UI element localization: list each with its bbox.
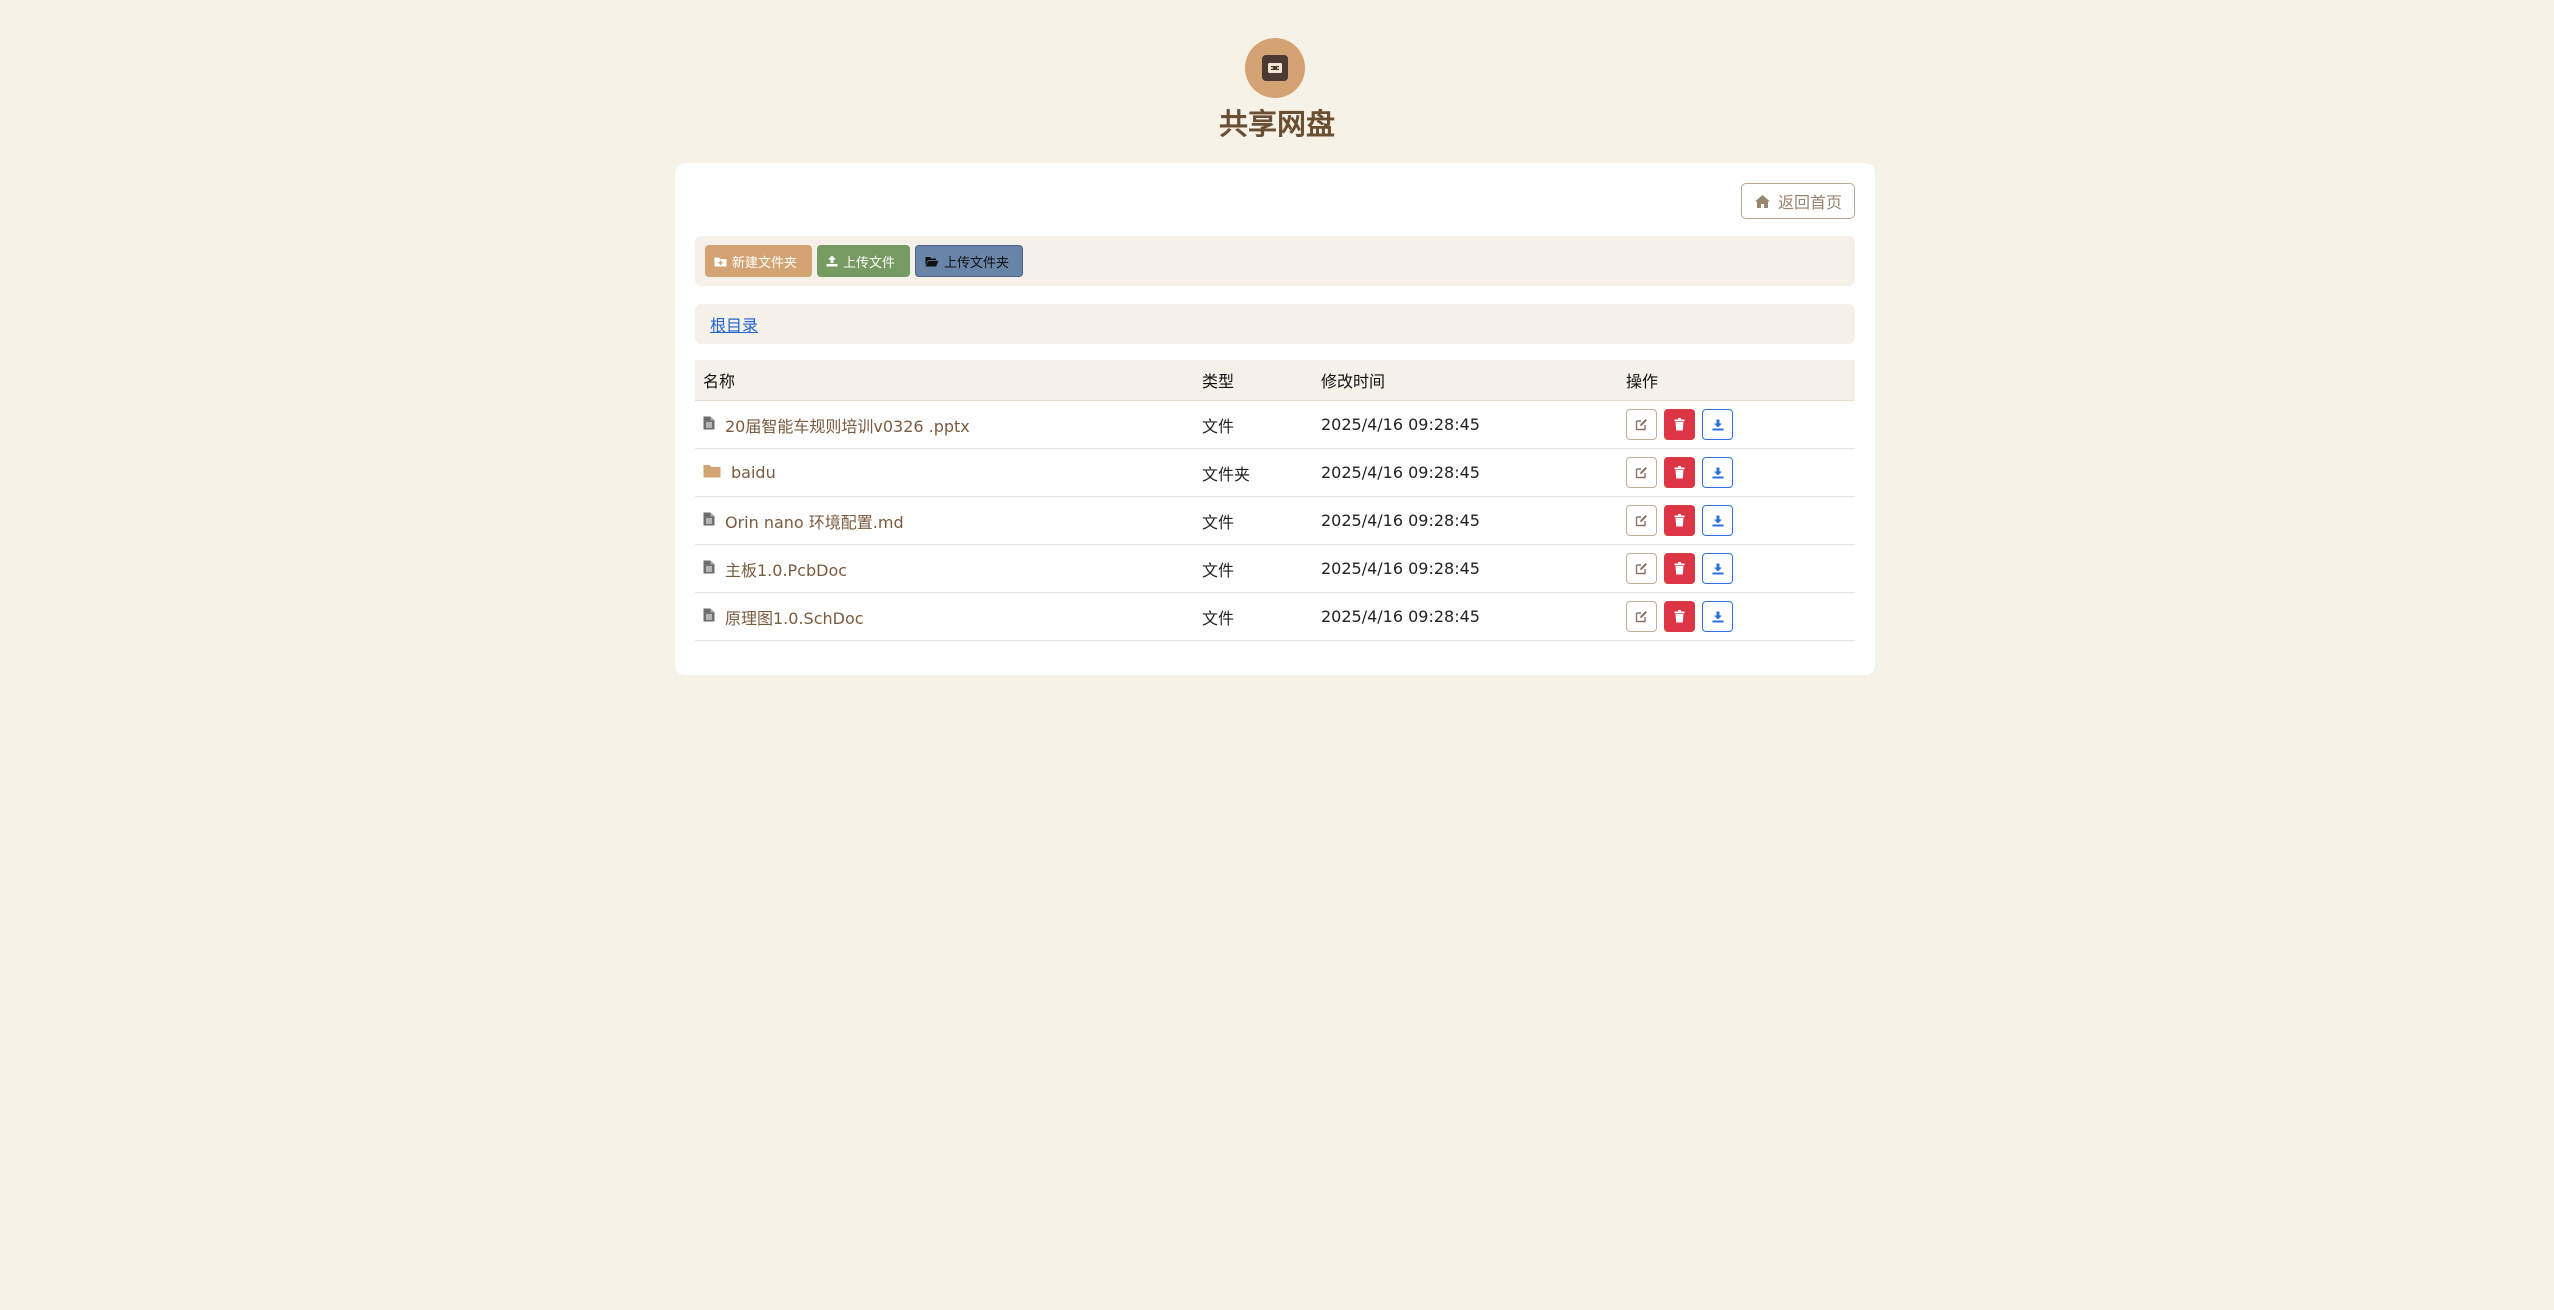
- column-header-type: 类型: [1202, 372, 1235, 391]
- download-button[interactable]: [1702, 505, 1733, 536]
- breadcrumb-root-link[interactable]: 根目录: [710, 312, 758, 336]
- file-table: 名称 类型 修改时间 操作 20届智能车规则培训v0326 .pptx 文件 2…: [695, 360, 1855, 641]
- file-icon: [703, 415, 715, 434]
- edit-icon: [1635, 611, 1647, 623]
- file-modified-cell: 2025/4/16 09:28:45: [1321, 463, 1480, 482]
- column-header-actions: 操作: [1626, 372, 1659, 391]
- home-icon: [1754, 194, 1770, 208]
- file-actions-cell: [1626, 553, 1855, 584]
- table-header: 名称 类型 修改时间 操作: [695, 360, 1855, 401]
- file-actions-cell: [1626, 601, 1855, 632]
- table-row: baidu 文件夹 2025/4/16 09:28:45: [695, 449, 1855, 497]
- trash-icon: [1674, 610, 1685, 623]
- delete-button[interactable]: [1664, 553, 1695, 584]
- column-header-modified: 修改时间: [1321, 372, 1386, 391]
- file-modified-cell: 2025/4/16 09:28:45: [1321, 415, 1480, 434]
- download-icon: [1712, 563, 1723, 574]
- file-type-cell: 文件: [1202, 608, 1235, 628]
- file-icon: [703, 559, 715, 578]
- table-row: 主板1.0.PcbDoc 文件 2025/4/16 09:28:45: [695, 545, 1855, 593]
- edit-icon: [1635, 419, 1647, 431]
- rename-button[interactable]: [1626, 601, 1657, 632]
- upload-file-label: 上传文件: [843, 255, 896, 271]
- breadcrumb: 根目录: [695, 304, 1855, 344]
- upload-icon: [826, 255, 838, 267]
- delete-button[interactable]: [1664, 601, 1695, 632]
- file-name-cell: 主板1.0.PcbDoc: [695, 557, 1202, 581]
- home-button[interactable]: 返回首页: [1741, 183, 1855, 219]
- logo: [1245, 38, 1305, 98]
- delete-button[interactable]: [1664, 505, 1695, 536]
- rename-button[interactable]: [1626, 553, 1657, 584]
- folder-icon: [703, 463, 721, 482]
- folder-plus-icon: [714, 257, 727, 266]
- download-icon: [1712, 419, 1723, 430]
- table-row: Orin nano 环境配置.md 文件 2025/4/16 09:28:45: [695, 497, 1855, 545]
- file-actions-cell: [1626, 409, 1855, 440]
- folder-open-icon: [925, 256, 939, 266]
- file-name-link[interactable]: baidu: [731, 463, 776, 482]
- file-name-cell: baidu: [695, 463, 1202, 482]
- file-name-link[interactable]: 20届智能车规则培训v0326 .pptx: [725, 413, 970, 437]
- new-folder-button[interactable]: 新建文件夹: [705, 245, 812, 277]
- new-folder-label: 新建文件夹: [732, 255, 798, 271]
- file-actions-cell: [1626, 457, 1855, 488]
- file-modified-cell: 2025/4/16 09:28:45: [1321, 559, 1480, 578]
- file-name-cell: Orin nano 环境配置.md: [695, 509, 1202, 533]
- file-type-cell: 文件: [1202, 560, 1235, 580]
- download-icon: [1712, 467, 1723, 478]
- rename-button[interactable]: [1626, 409, 1657, 440]
- file-name-link[interactable]: Orin nano 环境配置.md: [725, 509, 904, 533]
- trash-icon: [1674, 562, 1685, 575]
- rename-button[interactable]: [1626, 505, 1657, 536]
- download-button[interactable]: [1702, 553, 1733, 584]
- file-icon: [703, 607, 715, 626]
- file-type-cell: 文件夹: [1202, 464, 1251, 484]
- file-manager-card: 返回首页 新建文件夹 上传文件 上传文件夹 根目录 名称 类型 修改时间 操作 …: [675, 163, 1875, 675]
- file-actions-cell: [1626, 505, 1855, 536]
- file-name-cell: 20届智能车规则培训v0326 .pptx: [695, 413, 1202, 437]
- trash-icon: [1674, 418, 1685, 431]
- upload-folder-button[interactable]: 上传文件夹: [915, 245, 1023, 277]
- file-icon: [703, 511, 715, 530]
- rename-button[interactable]: [1626, 457, 1657, 488]
- home-button-label: 返回首页: [1777, 193, 1842, 212]
- trash-icon: [1674, 514, 1685, 527]
- file-type-cell: 文件: [1202, 512, 1235, 532]
- action-toolbar: 新建文件夹 上传文件 上传文件夹: [695, 236, 1855, 286]
- download-icon: [1712, 611, 1723, 622]
- file-type-cell: 文件: [1202, 416, 1235, 436]
- upload-file-button[interactable]: 上传文件: [817, 245, 910, 277]
- file-name-link[interactable]: 原理图1.0.SchDoc: [725, 605, 864, 629]
- download-icon: [1712, 515, 1723, 526]
- file-modified-cell: 2025/4/16 09:28:45: [1321, 607, 1480, 626]
- file-name-link[interactable]: 主板1.0.PcbDoc: [725, 557, 847, 581]
- page-title: 共享网盘: [1218, 107, 1335, 141]
- edit-icon: [1635, 563, 1647, 575]
- edit-icon: [1635, 467, 1647, 479]
- column-header-name: 名称: [703, 372, 736, 391]
- trash-icon: [1674, 466, 1685, 479]
- delete-button[interactable]: [1664, 409, 1695, 440]
- file-modified-cell: 2025/4/16 09:28:45: [1321, 511, 1480, 530]
- table-row: 20届智能车规则培训v0326 .pptx 文件 2025/4/16 09:28…: [695, 401, 1855, 449]
- upload-folder-label: 上传文件夹: [944, 255, 1010, 271]
- delete-button[interactable]: [1664, 457, 1695, 488]
- drive-logo-icon: [1262, 55, 1288, 81]
- table-row: 原理图1.0.SchDoc 文件 2025/4/16 09:28:45: [695, 593, 1855, 641]
- download-button[interactable]: [1702, 457, 1733, 488]
- table-body: 20届智能车规则培训v0326 .pptx 文件 2025/4/16 09:28…: [695, 401, 1855, 641]
- download-button[interactable]: [1702, 601, 1733, 632]
- edit-icon: [1635, 515, 1647, 527]
- file-name-cell: 原理图1.0.SchDoc: [695, 605, 1202, 629]
- download-button[interactable]: [1702, 409, 1733, 440]
